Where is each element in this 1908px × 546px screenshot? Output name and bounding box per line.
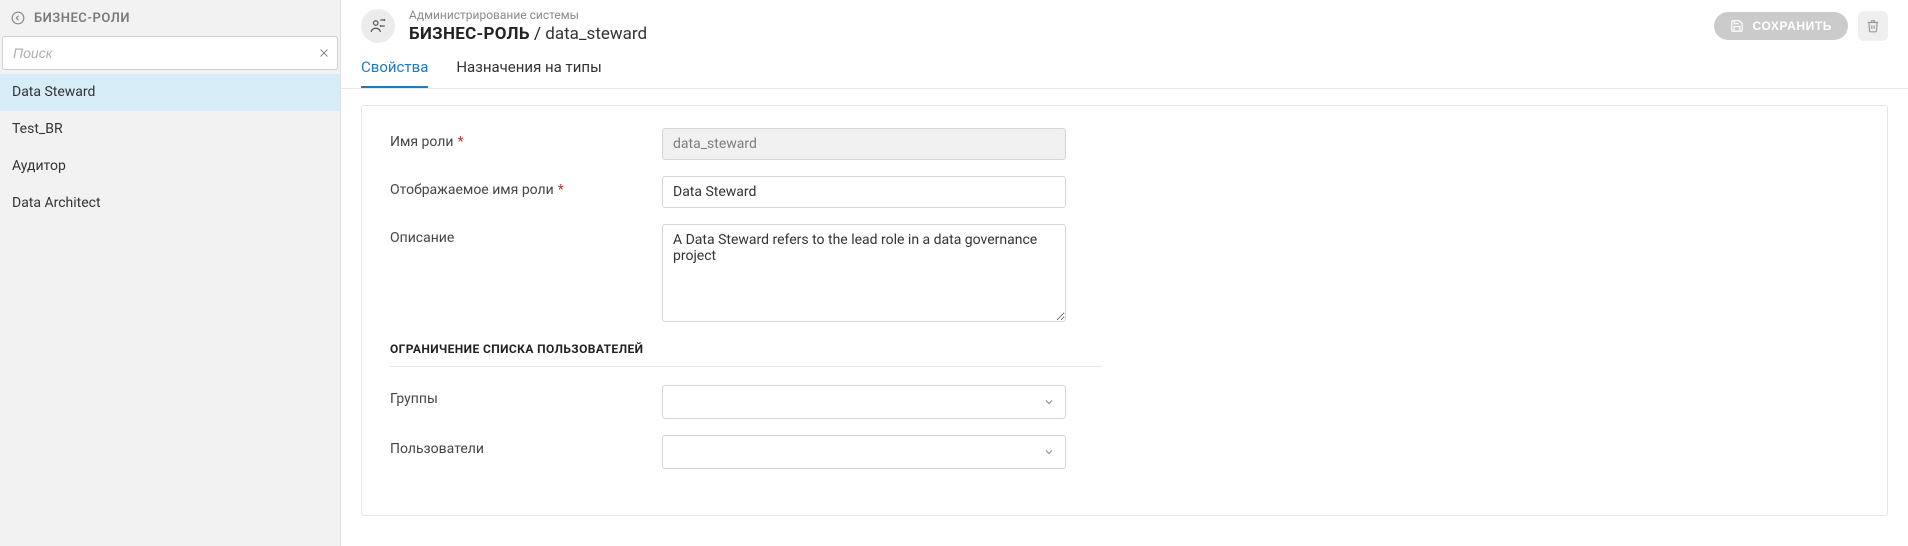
content: Имя роли* Отображаемое имя роли* Описани… bbox=[361, 105, 1888, 516]
label-role-name: Имя роли* bbox=[390, 128, 662, 150]
label-description: Описание bbox=[390, 224, 662, 246]
required-marker: * bbox=[558, 182, 564, 198]
list-item[interactable]: Data Steward bbox=[0, 74, 340, 111]
list-item[interactable]: Test_BR bbox=[0, 111, 340, 148]
clear-icon[interactable] bbox=[318, 47, 330, 59]
users-select[interactable] bbox=[662, 435, 1066, 469]
section-heading-restrict: ОГРАНИЧЕНИЕ СПИСКА ПОЛЬЗОВАТЕЛЕЙ bbox=[390, 342, 1102, 367]
form-row-display-name: Отображаемое имя роли* bbox=[390, 176, 1859, 208]
role-list: Data Steward Test_BR Аудитор Data Archit… bbox=[0, 74, 340, 222]
search-wrap bbox=[0, 36, 340, 74]
title-sep: / bbox=[530, 24, 545, 44]
label-groups: Группы bbox=[390, 385, 662, 407]
back-icon[interactable] bbox=[10, 10, 26, 26]
display-name-input[interactable] bbox=[662, 176, 1066, 208]
main: Администрирование системы БИЗНЕС-РОЛЬ / … bbox=[341, 0, 1908, 546]
page-title: БИЗНЕС-РОЛЬ / data_steward bbox=[409, 24, 1700, 44]
role-icon bbox=[361, 9, 395, 43]
trash-icon bbox=[1866, 19, 1880, 33]
search-input[interactable] bbox=[2, 36, 338, 70]
list-item[interactable]: Data Architect bbox=[0, 185, 340, 222]
sidebar-title: БИЗНЕС-РОЛИ bbox=[34, 11, 130, 26]
label-users: Пользователи bbox=[390, 435, 662, 457]
tabs: Свойства Назначения на типы bbox=[341, 44, 1908, 89]
chevron-down-icon bbox=[1043, 396, 1055, 408]
topbar: Администрирование системы БИЗНЕС-РОЛЬ / … bbox=[341, 0, 1908, 44]
title-suffix: data_steward bbox=[545, 24, 647, 44]
save-label: СОХРАНИТЬ bbox=[1752, 19, 1832, 33]
sidebar: БИЗНЕС-РОЛИ Data Steward Test_BR Аудитор… bbox=[0, 0, 341, 546]
form-row-role-name: Имя роли* bbox=[390, 128, 1859, 160]
title-prefix: БИЗНЕС-РОЛЬ bbox=[409, 24, 530, 44]
form-row-description: Описание bbox=[390, 224, 1859, 326]
description-textarea[interactable] bbox=[662, 224, 1066, 322]
breadcrumb-block: Администрирование системы БИЗНЕС-РОЛЬ / … bbox=[409, 8, 1700, 44]
form-row-users: Пользователи bbox=[390, 435, 1859, 469]
sidebar-header: БИЗНЕС-РОЛИ bbox=[0, 0, 340, 36]
breadcrumb: Администрирование системы bbox=[409, 8, 1700, 22]
actions: СОХРАНИТЬ bbox=[1714, 11, 1888, 41]
role-name-input bbox=[662, 128, 1066, 160]
list-item[interactable]: Аудитор bbox=[0, 148, 340, 185]
label-display-name: Отображаемое имя роли* bbox=[390, 176, 662, 198]
delete-button[interactable] bbox=[1858, 11, 1888, 41]
tab-properties[interactable]: Свойства bbox=[361, 58, 428, 88]
tab-type-assignments[interactable]: Назначения на типы bbox=[456, 58, 601, 88]
chevron-down-icon bbox=[1043, 446, 1055, 458]
save-button[interactable]: СОХРАНИТЬ bbox=[1714, 12, 1848, 40]
save-icon bbox=[1730, 19, 1744, 33]
form-row-groups: Группы bbox=[390, 385, 1859, 419]
required-marker: * bbox=[457, 134, 463, 150]
groups-select[interactable] bbox=[662, 385, 1066, 419]
